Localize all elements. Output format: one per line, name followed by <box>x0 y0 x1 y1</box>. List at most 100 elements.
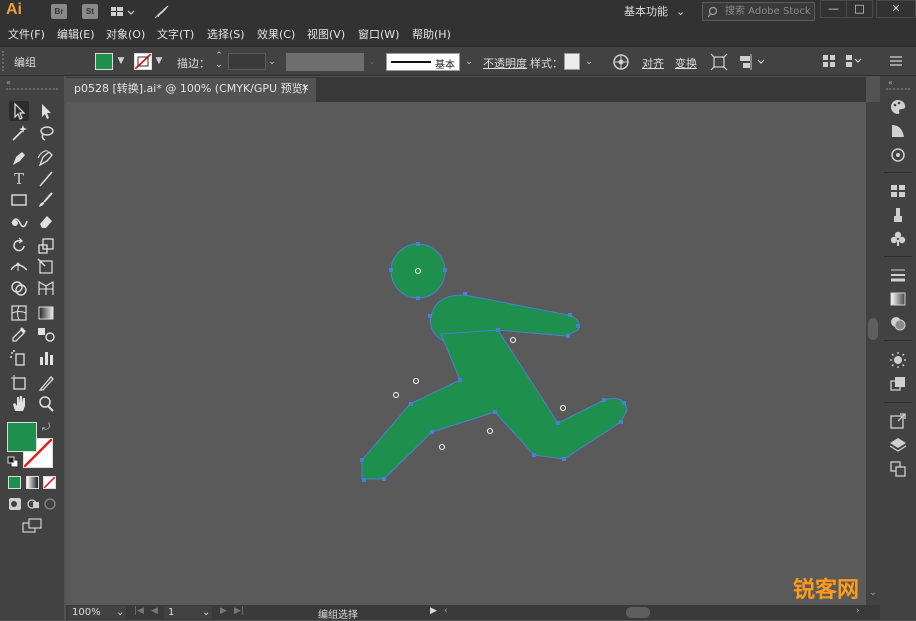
curvature-tool[interactable] <box>36 148 56 168</box>
bridge-button[interactable]: Br <box>51 4 67 19</box>
color-guide-panel-button[interactable] <box>889 122 907 140</box>
slice-tool[interactable] <box>36 373 56 393</box>
stroke-weight-dropdown-arrow[interactable]: ⌄ <box>266 54 278 70</box>
expand-panels-icon[interactable]: « <box>888 78 893 87</box>
scroll-down-arrow[interactable]: ⌄ <box>868 588 878 600</box>
mesh-tool[interactable] <box>9 303 29 323</box>
gradient-mode-button[interactable] <box>26 476 39 489</box>
menu-select[interactable]: 选择(S) <box>207 27 245 43</box>
layers-panel-button[interactable] <box>889 436 907 454</box>
column-graph-tool[interactable] <box>36 348 56 368</box>
menu-file[interactable]: 文件(F) <box>8 27 45 43</box>
menu-effect[interactable]: 效果(C) <box>257 27 295 43</box>
rectangle-tool[interactable] <box>9 190 29 210</box>
fill-dropdown-arrow[interactable]: ▼ <box>115 53 127 69</box>
zoom-level-field[interactable]: 100% ⌄ <box>68 606 126 619</box>
artboard-number-field[interactable]: 1 ⌄ <box>164 606 212 619</box>
gpu-performance-button[interactable] <box>152 3 170 21</box>
control-panel-menu-button[interactable] <box>845 53 863 69</box>
brushes-panel-button[interactable] <box>889 206 907 224</box>
rotate-tool[interactable] <box>9 236 29 256</box>
stroke-swatch[interactable] <box>134 53 152 70</box>
tools-grip[interactable] <box>6 88 58 91</box>
arrange-documents-button[interactable] <box>110 5 138 19</box>
artboard-tool[interactable] <box>9 373 29 393</box>
blend-tool[interactable] <box>36 324 56 344</box>
screen-mode-button[interactable] <box>22 518 42 534</box>
asset-export-panel-button[interactable] <box>889 412 907 430</box>
shaper-tool[interactable] <box>9 211 29 231</box>
horizontal-scroll-thumb[interactable] <box>626 607 650 618</box>
symbol-sprayer-tool[interactable] <box>9 348 29 368</box>
arrange-icon-button[interactable] <box>822 54 836 68</box>
maximize-button[interactable]: □ <box>846 0 873 18</box>
color-mode-button[interactable] <box>8 476 21 489</box>
adobe-stock-search-input[interactable]: 搜索 Adobe Stock <box>702 2 815 21</box>
status-menu-arrow[interactable]: ▶ <box>430 606 437 616</box>
align-link[interactable]: 对齐 <box>642 55 664 71</box>
pen-tool[interactable] <box>9 148 29 168</box>
stock-button[interactable]: St <box>82 4 98 19</box>
close-window-button[interactable]: ✕ <box>876 0 916 18</box>
none-mode-button[interactable] <box>43 476 56 489</box>
magic-wand-tool[interactable] <box>9 123 29 143</box>
menu-object[interactable]: 对象(O) <box>106 27 145 43</box>
menu-type[interactable]: 文字(T) <box>157 27 194 43</box>
last-artboard-icon[interactable]: ▶| <box>234 606 244 616</box>
isolate-group-button[interactable] <box>710 53 728 71</box>
paintbrush-tool[interactable] <box>36 190 56 210</box>
artwork-svg[interactable] <box>66 102 866 605</box>
panel-dock-grip[interactable] <box>886 88 910 90</box>
opacity-link[interactable]: 不透明度 <box>483 55 527 71</box>
hand-tool[interactable] <box>9 394 29 414</box>
zoom-tool[interactable] <box>36 394 56 414</box>
swap-fill-stroke-icon[interactable]: ⤾ <box>42 422 56 434</box>
close-document-tab-icon[interactable]: ✕ <box>301 78 309 100</box>
torso-back-leg-shape[interactable] <box>361 329 628 480</box>
canvas[interactable]: 锐客网 <box>66 102 866 605</box>
graphic-style-swatch[interactable] <box>564 53 580 70</box>
recolor-artwork-button[interactable] <box>612 53 630 71</box>
menu-edit[interactable]: 编辑(E) <box>57 27 95 43</box>
draw-normal-button[interactable] <box>8 497 22 511</box>
vertical-scroll-thumb[interactable] <box>868 318 878 340</box>
workspace-switcher[interactable]: 基本功能 ⌄ <box>614 3 692 21</box>
width-tool[interactable] <box>9 257 29 277</box>
next-artboard-icon[interactable]: ▶ <box>220 606 227 616</box>
control-options-button[interactable] <box>889 55 903 67</box>
menu-help[interactable]: 帮助(H) <box>412 27 451 43</box>
scroll-right-arrow[interactable]: › <box>856 606 860 616</box>
collapse-tools-icon[interactable]: « <box>6 78 56 87</box>
previous-artboard-icon[interactable]: ◀ <box>151 606 158 616</box>
type-tool[interactable]: T <box>9 169 29 189</box>
brush-dropdown-arrow[interactable]: ⌄ <box>463 54 475 70</box>
brush-definition[interactable]: 基本 <box>386 53 460 71</box>
eyedropper-tool[interactable] <box>9 324 29 344</box>
stroke-panel-button[interactable] <box>889 266 907 284</box>
head-shape[interactable] <box>390 243 446 299</box>
direct-selection-tool[interactable] <box>36 101 56 121</box>
selection-tool[interactable] <box>9 101 29 121</box>
running-figure-group[interactable] <box>361 243 628 480</box>
shape-builder-tool[interactable] <box>9 278 29 298</box>
draw-behind-button[interactable] <box>26 497 40 511</box>
gradient-panel-button[interactable] <box>889 290 907 308</box>
scroll-left-arrow[interactable]: ‹ <box>444 606 448 616</box>
color-panel-button[interactable] <box>889 98 907 116</box>
document-tab[interactable]: p0528 [转换].ai* @ 100% (CMYK/GPU 预览) ✕ <box>66 78 316 102</box>
stroke-weight-input[interactable] <box>228 53 266 70</box>
variable-width-profile[interactable] <box>286 53 364 71</box>
recolor-panel-button[interactable] <box>889 146 907 164</box>
vertical-scrollbar[interactable]: ⌄ <box>866 102 880 605</box>
free-transform-tool[interactable] <box>36 257 56 277</box>
default-colors-button[interactable] <box>7 456 19 468</box>
swatches-panel-button[interactable] <box>889 182 907 200</box>
draw-inside-button[interactable] <box>43 497 57 511</box>
appearance-panel-button[interactable] <box>889 351 907 369</box>
fill-color-box[interactable] <box>7 422 37 452</box>
graphic-styles-panel-button[interactable] <box>889 375 907 393</box>
graphic-style-dropdown-arrow[interactable]: ⌄ <box>583 54 595 70</box>
perspective-grid-tool[interactable] <box>36 278 56 298</box>
gradient-tool[interactable] <box>36 303 56 323</box>
line-segment-tool[interactable] <box>36 169 56 189</box>
